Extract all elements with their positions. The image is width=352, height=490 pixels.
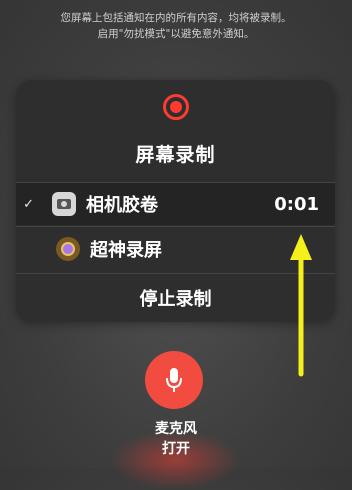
recording-notice: 您屏幕上包括通知在内的所有内容，均将被录制。 启用"勿扰模式"以避免意外通知。 <box>0 10 352 42</box>
super-recorder-icon <box>56 237 80 261</box>
panel-title: 屏幕录制 <box>135 144 216 166</box>
microphone-button[interactable] <box>145 351 203 409</box>
microphone-state: 打开 <box>162 441 190 457</box>
microphone-icon <box>166 368 182 392</box>
destination-label: 相机胶卷 <box>86 195 158 216</box>
microphone-label: 麦克风 <box>155 421 197 437</box>
record-icon <box>162 94 189 120</box>
checkmark-icon: ✓ <box>23 196 34 212</box>
yellow-arrow-annotation <box>290 234 312 377</box>
notice-line-2: 启用"勿扰模式"以避免意外通知。 <box>97 28 255 40</box>
destination-item-camera-roll[interactable]: ✓ 相机胶卷 0:01 <box>16 183 335 225</box>
camera-roll-icon <box>52 192 76 216</box>
recording-timer: 0:01 <box>274 193 319 215</box>
notice-line-1: 您屏幕上包括通知在内的所有内容，均将被录制。 <box>60 12 292 24</box>
divider <box>16 226 335 227</box>
